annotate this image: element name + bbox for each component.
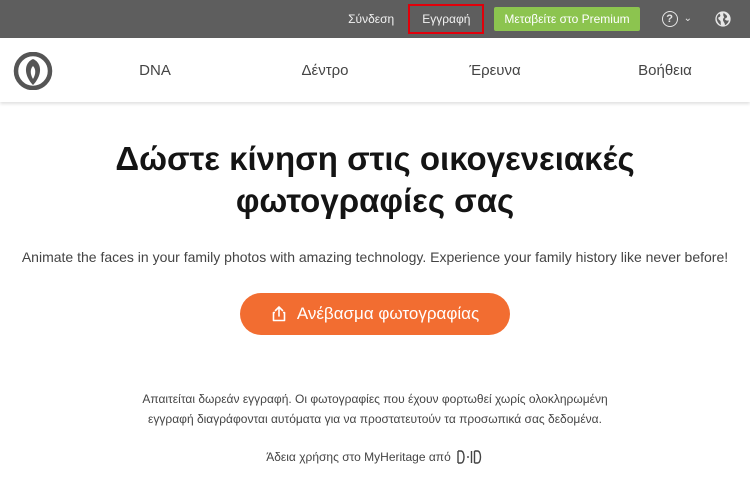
upload-icon [272, 306, 286, 322]
nav-item-dna[interactable]: DNA [70, 62, 240, 79]
help-menu[interactable]: ? ⌄ [661, 11, 692, 27]
myheritage-logo[interactable] [12, 52, 54, 90]
login-link[interactable]: Σύνδεση [348, 12, 394, 26]
upload-photo-button[interactable]: Ανέβασμα φωτογραφίας [240, 293, 510, 335]
main-content: Δώστε κίνηση στις οικογενειακές φωτογραφ… [0, 138, 750, 465]
page-title: Δώστε κίνηση στις οικογενειακές φωτογραφ… [115, 140, 635, 219]
nav-item-tree[interactable]: Δέντρο [240, 62, 410, 79]
registration-notice: Απαιτείται δωρεάν εγγραφή. Οι φωτογραφίε… [142, 392, 608, 426]
license-line: Άδεια χρήσης στο MyHeritage από [0, 449, 750, 465]
top-bar: Σύνδεση Εγγραφή Μεταβείτε στο Premium ? … [0, 0, 750, 38]
question-circle-icon: ? [661, 11, 678, 27]
license-text: Άδεια χρήσης στο MyHeritage από [266, 450, 451, 464]
premium-button[interactable]: Μεταβείτε στο Premium [494, 7, 640, 31]
chevron-down-icon: ⌄ [683, 12, 692, 24]
upload-button-label: Ανέβασμα φωτογραφίας [296, 304, 480, 323]
nav-item-research[interactable]: Έρευνα [410, 62, 580, 79]
globe-icon[interactable] [714, 10, 732, 28]
did-logo[interactable] [456, 449, 484, 465]
nav-item-help[interactable]: Βοήθεια [580, 62, 750, 79]
signup-link[interactable]: Εγγραφή [408, 4, 485, 34]
page-subtitle: Animate the faces in your family photos … [21, 249, 729, 265]
main-nav: DNA Δέντρο Έρευνα Βοήθεια [0, 38, 750, 102]
